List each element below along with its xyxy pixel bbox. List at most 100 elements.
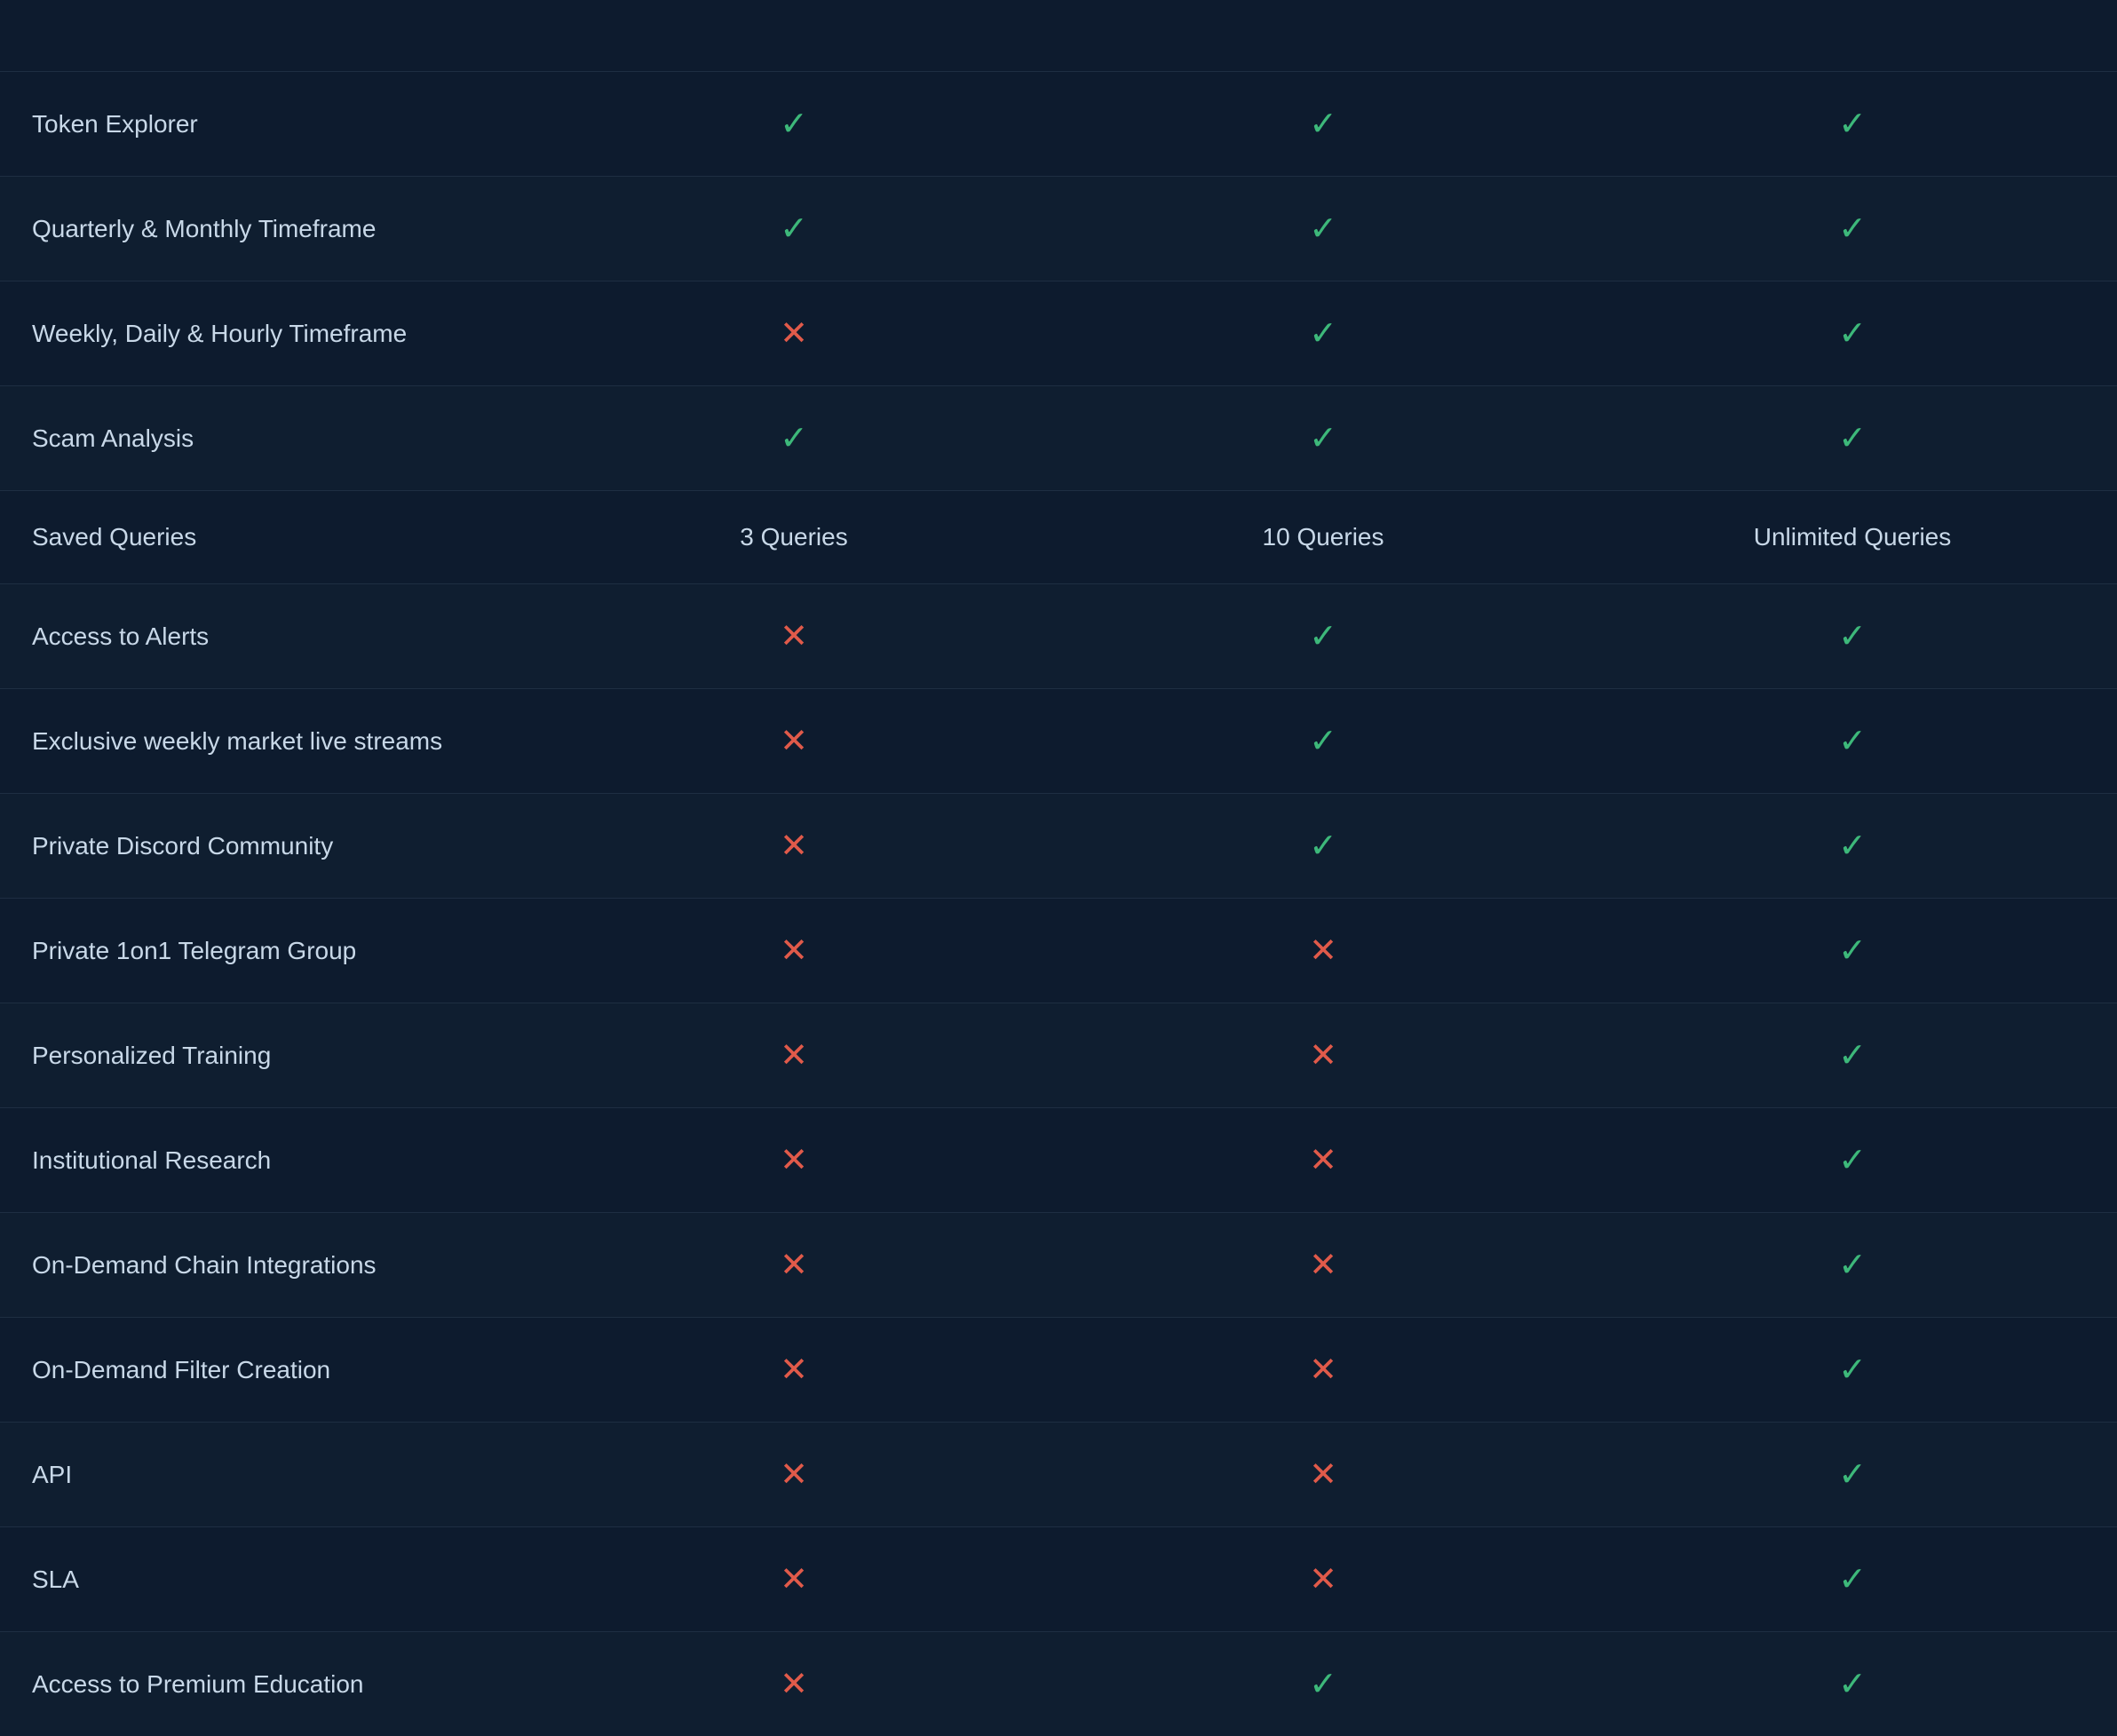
free-value: ✓ [529, 177, 1058, 281]
feature-label: Exclusive weekly market live streams [0, 689, 529, 794]
cross-icon: ✕ [780, 1352, 808, 1389]
cross-icon: ✕ [1309, 1037, 1337, 1074]
feature-label: On-Demand Filter Creation [0, 1318, 529, 1423]
pro-value: 10 Queries [1058, 491, 1588, 584]
table-row: Access to Alerts ✕ ✓ ✓ [0, 584, 2117, 689]
table-row: Access to Premium Education ✕ ✓ ✓ [0, 1632, 2117, 1736]
feature-label: Quarterly & Monthly Timeframe [0, 177, 529, 281]
enterprise-plan-header [1588, 0, 2117, 72]
feature-label: Private Discord Community [0, 794, 529, 899]
check-icon: ✓ [780, 420, 808, 457]
cross-icon: ✕ [780, 618, 808, 655]
check-icon: ✓ [1309, 420, 1337, 457]
check-icon: ✓ [1838, 210, 1867, 248]
enterprise-value: ✓ [1588, 899, 2117, 1003]
feature-label: SLA [0, 1527, 529, 1632]
cross-icon: ✕ [780, 932, 808, 970]
free-value: ✓ [529, 386, 1058, 491]
free-value: ✕ [529, 1527, 1058, 1632]
pro-value: ✓ [1058, 386, 1588, 491]
free-value: ✕ [529, 1003, 1058, 1108]
enterprise-value: ✓ [1588, 72, 2117, 177]
cross-icon: ✕ [780, 723, 808, 760]
table-row: Private 1on1 Telegram Group✕✕✓ [0, 899, 2117, 1003]
cross-icon: ✕ [1309, 1561, 1337, 1598]
cross-icon: ✕ [1309, 932, 1337, 970]
table-row: Exclusive weekly market live streams ✕ ✓ ✓ [0, 689, 2117, 794]
feature-label: Saved Queries [0, 491, 529, 584]
pro-value: ✓ [1058, 689, 1588, 794]
free-value: ✕ [529, 1108, 1058, 1213]
check-icon: ✓ [1838, 1352, 1867, 1389]
free-value: ✕ [529, 281, 1058, 386]
cross-icon: ✕ [780, 828, 808, 865]
pro-value: ✓ [1058, 177, 1588, 281]
feature-column-header [0, 0, 529, 72]
enterprise-value: ✓ [1588, 386, 2117, 491]
free-value: ✕ [529, 1423, 1058, 1527]
cross-icon: ✕ [780, 1456, 808, 1494]
pro-value: ✓ [1058, 1632, 1588, 1736]
pro-value: ✓ [1058, 794, 1588, 899]
check-icon: ✓ [1309, 723, 1337, 760]
cross-icon: ✕ [780, 1142, 808, 1179]
feature-label: Personalized Training [0, 1003, 529, 1108]
enterprise-value: Unlimited Queries [1588, 491, 2117, 584]
enterprise-value: ✓ [1588, 584, 2117, 689]
check-icon: ✓ [1309, 1666, 1337, 1703]
enterprise-value: ✓ [1588, 1527, 2117, 1632]
table-row: Scam Analysis ✓ ✓ ✓ [0, 386, 2117, 491]
check-icon: ✓ [1838, 1247, 1867, 1284]
table-row: Private Discord Community ✕ ✓ ✓ [0, 794, 2117, 899]
pricing-table: Token Explorer✓✓✓Quarterly & Monthly Tim… [0, 0, 2117, 1736]
check-icon: ✓ [1838, 106, 1867, 143]
free-value: ✕ [529, 689, 1058, 794]
cross-icon: ✕ [780, 315, 808, 353]
feature-label: Weekly, Daily & Hourly Timeframe [0, 281, 529, 386]
check-icon: ✓ [1309, 210, 1337, 248]
enterprise-value: ✓ [1588, 177, 2117, 281]
pro-value: ✕ [1058, 1003, 1588, 1108]
check-icon: ✓ [1838, 1037, 1867, 1074]
free-value: 3 Queries [529, 491, 1058, 584]
check-icon: ✓ [1309, 828, 1337, 865]
pro-value: ✕ [1058, 1108, 1588, 1213]
feature-label: Access to Alerts [0, 584, 529, 689]
pricing-table-container: Token Explorer✓✓✓Quarterly & Monthly Tim… [0, 0, 2117, 1736]
cross-icon: ✕ [1309, 1456, 1337, 1494]
check-icon: ✓ [1838, 828, 1867, 865]
free-value: ✕ [529, 899, 1058, 1003]
pro-value: ✓ [1058, 72, 1588, 177]
enterprise-value: ✓ [1588, 281, 2117, 386]
feature-label: Token Explorer [0, 72, 529, 177]
check-icon: ✓ [1838, 1456, 1867, 1494]
table-row: API✕✕✓ [0, 1423, 2117, 1527]
pro-value: ✕ [1058, 1318, 1588, 1423]
table-row: Saved Queries3 Queries10 QueriesUnlimite… [0, 491, 2117, 584]
check-icon: ✓ [1309, 618, 1337, 655]
check-icon: ✓ [1838, 1666, 1867, 1703]
feature-label: Access to Premium Education [0, 1632, 529, 1736]
enterprise-value: ✓ [1588, 1108, 2117, 1213]
feature-label: Scam Analysis [0, 386, 529, 491]
free-value: ✕ [529, 794, 1058, 899]
cross-icon: ✕ [1309, 1352, 1337, 1389]
cross-icon: ✕ [780, 1666, 808, 1703]
enterprise-value: ✓ [1588, 1423, 2117, 1527]
enterprise-value: ✓ [1588, 1003, 2117, 1108]
check-icon: ✓ [1838, 932, 1867, 970]
pro-value: ✓ [1058, 584, 1588, 689]
table-row: On-Demand Filter Creation ✕ ✕ ✓ [0, 1318, 2117, 1423]
pro-value: ✓ [1058, 281, 1588, 386]
cross-icon: ✕ [780, 1561, 808, 1598]
pro-value: ✕ [1058, 899, 1588, 1003]
check-icon: ✓ [1838, 723, 1867, 760]
cross-icon: ✕ [780, 1037, 808, 1074]
free-value: ✓ [529, 72, 1058, 177]
table-row: SLA ✕ ✕ ✓ [0, 1527, 2117, 1632]
check-icon: ✓ [1838, 315, 1867, 353]
check-icon: ✓ [1309, 106, 1337, 143]
enterprise-value: ✓ [1588, 1318, 2117, 1423]
feature-label: Institutional Research [0, 1108, 529, 1213]
free-value: ✕ [529, 1632, 1058, 1736]
